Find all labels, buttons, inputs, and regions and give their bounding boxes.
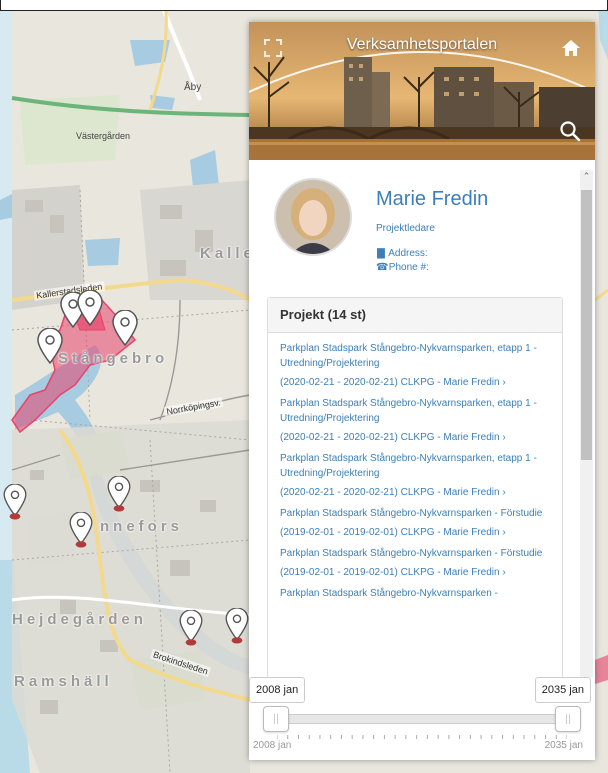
timeline-start-handle[interactable] — [263, 706, 289, 732]
address-row: ▇ Address: — [376, 248, 428, 259]
map-marker[interactable] — [37, 328, 63, 364]
timeline-start-value: 2008 jan — [249, 677, 306, 703]
phone-icon: ☎ — [376, 262, 389, 273]
projects-list: Parkplan Stadspark Stångebro-Nykvarnspar… — [268, 333, 562, 601]
timeline-ticks — [277, 735, 567, 739]
project-meta-link[interactable]: (2020-02-21 - 2020-02-21) CLKPG - Marie … — [280, 487, 550, 498]
timeline-end-value: 2035 jan — [534, 677, 591, 703]
map-marker[interactable] — [77, 290, 103, 326]
map-marker[interactable] — [112, 310, 138, 346]
project-meta-link[interactable]: (2019-02-01 - 2019-02-01) CLKPG - Marie … — [280, 527, 550, 538]
timeline-min-label: 2008 jan — [253, 740, 292, 751]
project-meta-link[interactable]: (2020-02-21 - 2020-02-21) CLKPG - Marie … — [280, 377, 550, 388]
map-district-kalle: Kalle — [200, 245, 256, 262]
portal-title: Verksamhetsportalen — [346, 36, 498, 53]
project-title-link[interactable]: Parkplan Stadspark Stångebro-Nykvarnspar… — [280, 451, 550, 481]
map-marker[interactable] — [68, 512, 94, 548]
project-meta-link[interactable]: (2020-02-21 - 2020-02-21) CLKPG - Marie … — [280, 432, 550, 443]
map-marker[interactable] — [178, 610, 204, 646]
expand-icon[interactable] — [263, 38, 283, 58]
home-icon[interactable] — [561, 38, 581, 58]
avatar — [274, 178, 352, 256]
map-marker[interactable] — [224, 608, 250, 644]
map-marker[interactable] — [106, 476, 132, 512]
project-title-link[interactable]: Parkplan Stadspark Stångebro-Nykvarnspar… — [280, 396, 550, 426]
top-frame — [0, 0, 608, 11]
header-banner: Verksamhetsportalen — [249, 22, 595, 160]
timeline-track[interactable] — [271, 714, 573, 724]
project-title-link[interactable]: Parkplan Stadspark Stångebro-Nykvarnspar… — [280, 546, 550, 561]
person-name: Marie Fredin — [376, 188, 489, 210]
panel-content: Marie Fredin Projektledare ▇ Address: ☎ … — [249, 160, 579, 760]
map-marker[interactable] — [2, 484, 28, 520]
timeline-slider: 2008 jan 2035 jan 2008 jan 2035 jan — [249, 677, 595, 760]
map-district-stangebro: Stångebro — [58, 350, 169, 367]
map-district-ramshall: Ramshäll — [14, 673, 113, 690]
person-role: Projektledare — [376, 223, 435, 234]
map-district-hannefors: nnefors — [100, 518, 184, 535]
map-district-hejdegarden: Hejdegården — [12, 611, 147, 628]
building-icon: ▇ — [377, 248, 385, 259]
phone-row: ☎ Phone #: — [376, 262, 429, 273]
project-title-link[interactable]: Parkplan Stadspark Stångebro-Nykvarnspar… — [280, 506, 550, 521]
address-label: Address: — [388, 248, 428, 259]
project-meta-link[interactable]: (2019-02-01 - 2019-02-01) CLKPG - Marie … — [280, 567, 550, 578]
project-title-link[interactable]: Parkplan Stadspark Stångebro-Nykvarnspar… — [280, 341, 550, 371]
portal-panel: Verksamhetsportalen Marie Fredin Projekt… — [249, 22, 595, 760]
map-label-aby: Åby — [184, 82, 202, 93]
scrollbar-thumb[interactable] — [581, 190, 592, 460]
projects-header: Projekt (14 st) — [268, 298, 562, 333]
project-title-link[interactable]: Parkplan Stadspark Stångebro-Nykvarnspar… — [280, 586, 550, 601]
timeline-end-handle[interactable] — [555, 706, 581, 732]
map-label-vastergarden: Västergården — [76, 131, 131, 141]
phone-label: Phone #: — [388, 262, 429, 273]
timeline-max-label: 2035 jan — [544, 740, 583, 751]
scroll-up-arrow-icon[interactable]: ⌃ — [580, 170, 593, 182]
search-icon[interactable] — [559, 120, 581, 142]
